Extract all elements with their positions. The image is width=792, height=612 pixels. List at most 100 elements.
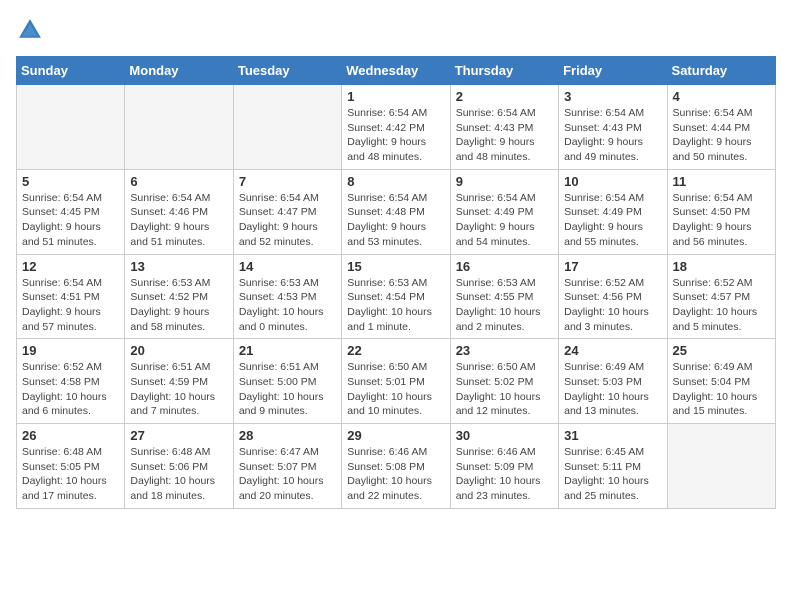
calendar-day-cell: 31 Sunrise: 6:45 AMSunset: 5:11 PMDayligh… (559, 424, 667, 509)
weekday-header: Tuesday (233, 57, 341, 85)
calendar-day-cell: 2 Sunrise: 6:54 AMSunset: 4:43 PMDaylight… (450, 85, 558, 170)
calendar-day-cell: 18 Sunrise: 6:52 AMSunset: 4:57 PMDayligh… (667, 254, 775, 339)
calendar-day-cell (125, 85, 233, 170)
day-info: Sunrise: 6:54 AMSunset: 4:45 PMDaylight:… (22, 191, 119, 250)
calendar-day-cell: 21 Sunrise: 6:51 AMSunset: 5:00 PMDayligh… (233, 339, 341, 424)
calendar-day-cell: 11 Sunrise: 6:54 AMSunset: 4:50 PMDayligh… (667, 169, 775, 254)
day-info: Sunrise: 6:54 AMSunset: 4:49 PMDaylight:… (456, 191, 553, 250)
calendar-day-cell: 28Sunrise: 6:47 AMSunset: 5:07 PMDayligh… (233, 424, 341, 509)
calendar-day-cell: 15 Sunrise: 6:53 AMSunset: 4:54 PMDayligh… (342, 254, 450, 339)
day-info: Sunrise: 6:53 AMSunset: 4:55 PMDaylight:… (456, 276, 553, 335)
day-number: 20 (130, 343, 227, 358)
calendar-week-row: 19 Sunrise: 6:52 AMSunset: 4:58 PMDayligh… (17, 339, 776, 424)
calendar-day-cell: 9 Sunrise: 6:54 AMSunset: 4:49 PMDaylight… (450, 169, 558, 254)
day-number: 17 (564, 259, 661, 274)
calendar-day-cell: 3 Sunrise: 6:54 AMSunset: 4:43 PMDaylight… (559, 85, 667, 170)
weekday-header: Saturday (667, 57, 775, 85)
day-info: Sunrise: 6:53 AMSunset: 4:54 PMDaylight:… (347, 276, 444, 335)
day-number: 19 (22, 343, 119, 358)
day-number: 6 (130, 174, 227, 189)
calendar-day-cell: 27 Sunrise: 6:48 AMSunset: 5:06 PMDayligh… (125, 424, 233, 509)
calendar-day-cell: 29 Sunrise: 6:46 AMSunset: 5:08 PMDayligh… (342, 424, 450, 509)
day-info: Sunrise: 6:53 AMSunset: 4:52 PMDaylight:… (130, 276, 227, 335)
weekday-header: Sunday (17, 57, 125, 85)
day-number: 30 (456, 428, 553, 443)
day-info: Sunrise: 6:46 AMSunset: 5:08 PMDaylight:… (347, 445, 444, 504)
day-number: 18 (673, 259, 770, 274)
day-info: Sunrise: 6:48 AMSunset: 5:06 PMDaylight:… (130, 445, 227, 504)
calendar-day-cell: 17 Sunrise: 6:52 AMSunset: 4:56 PMDayligh… (559, 254, 667, 339)
day-info: Sunrise: 6:49 AMSunset: 5:04 PMDaylight:… (673, 360, 770, 419)
calendar-day-cell: 6 Sunrise: 6:54 AMSunset: 4:46 PMDaylight… (125, 169, 233, 254)
day-info: Sunrise: 6:54 AMSunset: 4:42 PMDaylight:… (347, 106, 444, 165)
calendar-day-cell: 1Sunrise: 6:54 AMSunset: 4:42 PMDaylight… (342, 85, 450, 170)
calendar-day-cell: 13 Sunrise: 6:53 AMSunset: 4:52 PMDayligh… (125, 254, 233, 339)
day-number: 12 (22, 259, 119, 274)
calendar-day-cell (233, 85, 341, 170)
calendar-table: SundayMondayTuesdayWednesdayThursdayFrid… (16, 56, 776, 509)
day-number: 2 (456, 89, 553, 104)
day-number: 7 (239, 174, 336, 189)
day-number: 3 (564, 89, 661, 104)
calendar-day-cell: 12 Sunrise: 6:54 AMSunset: 4:51 PMDayligh… (17, 254, 125, 339)
day-number: 15 (347, 259, 444, 274)
calendar-day-cell: 23Sunrise: 6:50 AMSunset: 5:02 PMDayligh… (450, 339, 558, 424)
day-info: Sunrise: 6:54 AMSunset: 4:49 PMDaylight:… (564, 191, 661, 250)
weekday-header: Monday (125, 57, 233, 85)
day-info: Sunrise: 6:54 AMSunset: 4:51 PMDaylight:… (22, 276, 119, 335)
calendar-day-cell: 16 Sunrise: 6:53 AMSunset: 4:55 PMDayligh… (450, 254, 558, 339)
logo (16, 16, 48, 44)
calendar-day-cell: 24 Sunrise: 6:49 AMSunset: 5:03 PMDayligh… (559, 339, 667, 424)
day-number: 31 (564, 428, 661, 443)
day-info: Sunrise: 6:49 AMSunset: 5:03 PMDaylight:… (564, 360, 661, 419)
calendar-day-cell (17, 85, 125, 170)
calendar-day-cell: 22 Sunrise: 6:50 AMSunset: 5:01 PMDayligh… (342, 339, 450, 424)
day-info: Sunrise: 6:54 AMSunset: 4:43 PMDaylight:… (564, 106, 661, 165)
day-number: 9 (456, 174, 553, 189)
calendar-week-row: 5 Sunrise: 6:54 AMSunset: 4:45 PMDaylight… (17, 169, 776, 254)
day-info: Sunrise: 6:52 AMSunset: 4:58 PMDaylight:… (22, 360, 119, 419)
day-info: Sunrise: 6:52 AMSunset: 4:56 PMDaylight:… (564, 276, 661, 335)
day-info: Sunrise: 6:50 AMSunset: 5:01 PMDaylight:… (347, 360, 444, 419)
day-number: 8 (347, 174, 444, 189)
day-number: 5 (22, 174, 119, 189)
day-info: Sunrise: 6:54 AMSunset: 4:47 PMDaylight:… (239, 191, 336, 250)
day-number: 27 (130, 428, 227, 443)
day-number: 10 (564, 174, 661, 189)
calendar-week-row: 12 Sunrise: 6:54 AMSunset: 4:51 PMDayligh… (17, 254, 776, 339)
day-number: 21 (239, 343, 336, 358)
day-info: Sunrise: 6:45 AMSunset: 5:11 PMDaylight:… (564, 445, 661, 504)
day-info: Sunrise: 6:54 AMSunset: 4:44 PMDaylight:… (673, 106, 770, 165)
calendar-day-cell: 26Sunrise: 6:48 AMSunset: 5:05 PMDayligh… (17, 424, 125, 509)
calendar-day-cell: 8 Sunrise: 6:54 AMSunset: 4:48 PMDaylight… (342, 169, 450, 254)
day-info: Sunrise: 6:54 AMSunset: 4:48 PMDaylight:… (347, 191, 444, 250)
calendar-week-row: 1Sunrise: 6:54 AMSunset: 4:42 PMDaylight… (17, 85, 776, 170)
day-number: 14 (239, 259, 336, 274)
day-number: 13 (130, 259, 227, 274)
calendar-day-cell: 10 Sunrise: 6:54 AMSunset: 4:49 PMDayligh… (559, 169, 667, 254)
day-number: 22 (347, 343, 444, 358)
day-info: Sunrise: 6:51 AMSunset: 4:59 PMDaylight:… (130, 360, 227, 419)
calendar-header-row: SundayMondayTuesdayWednesdayThursdayFrid… (17, 57, 776, 85)
day-number: 25 (673, 343, 770, 358)
day-info: Sunrise: 6:54 AMSunset: 4:46 PMDaylight:… (130, 191, 227, 250)
day-info: Sunrise: 6:46 AMSunset: 5:09 PMDaylight:… (456, 445, 553, 504)
day-info: Sunrise: 6:50 AMSunset: 5:02 PMDaylight:… (456, 360, 553, 419)
day-info: Sunrise: 6:48 AMSunset: 5:05 PMDaylight:… (22, 445, 119, 504)
weekday-header: Wednesday (342, 57, 450, 85)
day-number: 24 (564, 343, 661, 358)
day-info: Sunrise: 6:54 AMSunset: 4:43 PMDaylight:… (456, 106, 553, 165)
calendar-day-cell: 4Sunrise: 6:54 AMSunset: 4:44 PMDaylight… (667, 85, 775, 170)
calendar-day-cell: 19 Sunrise: 6:52 AMSunset: 4:58 PMDayligh… (17, 339, 125, 424)
day-number: 28 (239, 428, 336, 443)
calendar-day-cell: 14Sunrise: 6:53 AMSunset: 4:53 PMDayligh… (233, 254, 341, 339)
day-info: Sunrise: 6:51 AMSunset: 5:00 PMDaylight:… (239, 360, 336, 419)
calendar-day-cell: 5 Sunrise: 6:54 AMSunset: 4:45 PMDaylight… (17, 169, 125, 254)
day-number: 16 (456, 259, 553, 274)
calendar-day-cell: 30 Sunrise: 6:46 AMSunset: 5:09 PMDayligh… (450, 424, 558, 509)
day-number: 11 (673, 174, 770, 189)
logo-icon (16, 16, 44, 44)
day-number: 29 (347, 428, 444, 443)
day-info: Sunrise: 6:54 AMSunset: 4:50 PMDaylight:… (673, 191, 770, 250)
day-info: Sunrise: 6:52 AMSunset: 4:57 PMDaylight:… (673, 276, 770, 335)
